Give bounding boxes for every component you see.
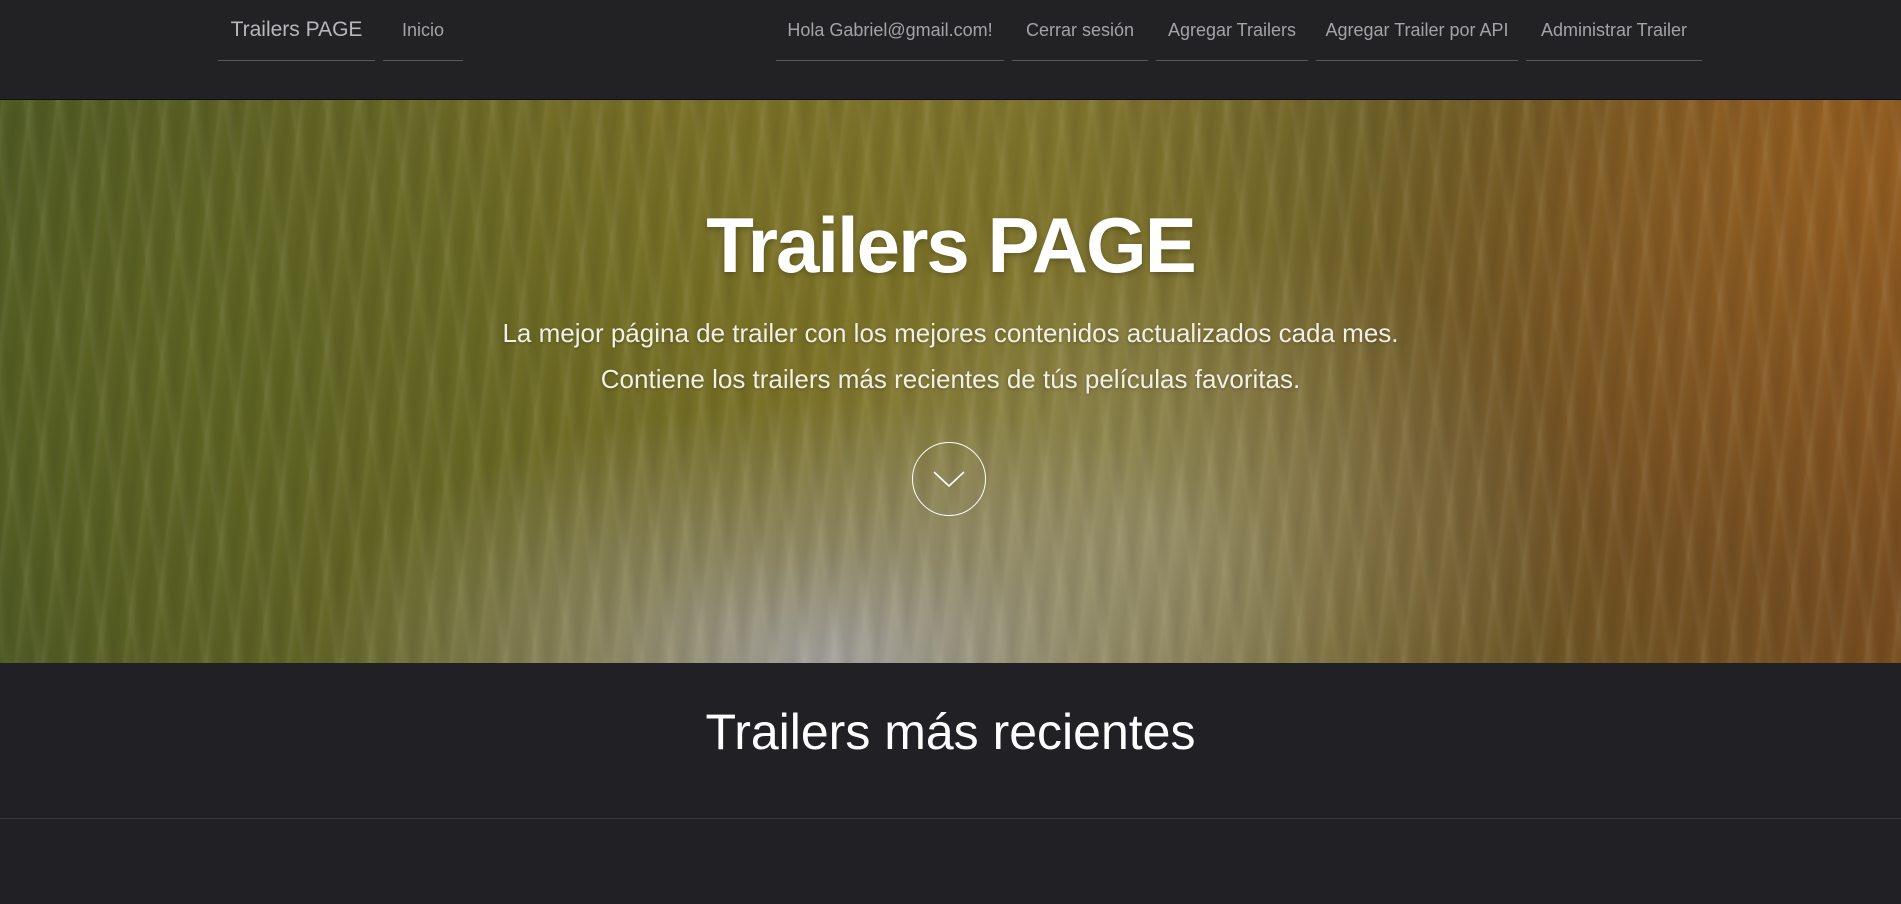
hero-lead-line-2: Contiene los trailers más recientes de t… — [600, 364, 1301, 394]
chevron-down-icon — [933, 471, 965, 488]
scroll-down-button[interactable] — [912, 442, 986, 516]
nav-administrar-trailer[interactable]: Administrar Trailer — [1526, 0, 1702, 61]
navbar: Trailers PAGE Inicio Hola Gabriel@gmail.… — [0, 0, 1901, 100]
nav-agregar-trailer-api[interactable]: Agregar Trailer por API — [1316, 0, 1518, 61]
brand-link[interactable]: Trailers PAGE — [218, 0, 375, 61]
nav-user-greeting[interactable]: Hola Gabriel@gmail.com! — [776, 0, 1004, 61]
nav-inicio[interactable]: Inicio — [383, 0, 463, 61]
trailers-list-area — [0, 820, 1901, 904]
recent-trailers-section: Trailers más recientes — [0, 663, 1901, 819]
nav-agregar-trailers[interactable]: Agregar Trailers — [1156, 0, 1308, 61]
hero-title: Trailers PAGE — [706, 201, 1196, 289]
hero-section: Trailers PAGE La mejor página de trailer… — [0, 100, 1901, 663]
section-title: Trailers más recientes — [705, 704, 1196, 760]
hero-lead-line-1: La mejor página de trailer con los mejor… — [502, 318, 1399, 348]
nav-cerrar-sesion[interactable]: Cerrar sesión — [1012, 0, 1148, 61]
